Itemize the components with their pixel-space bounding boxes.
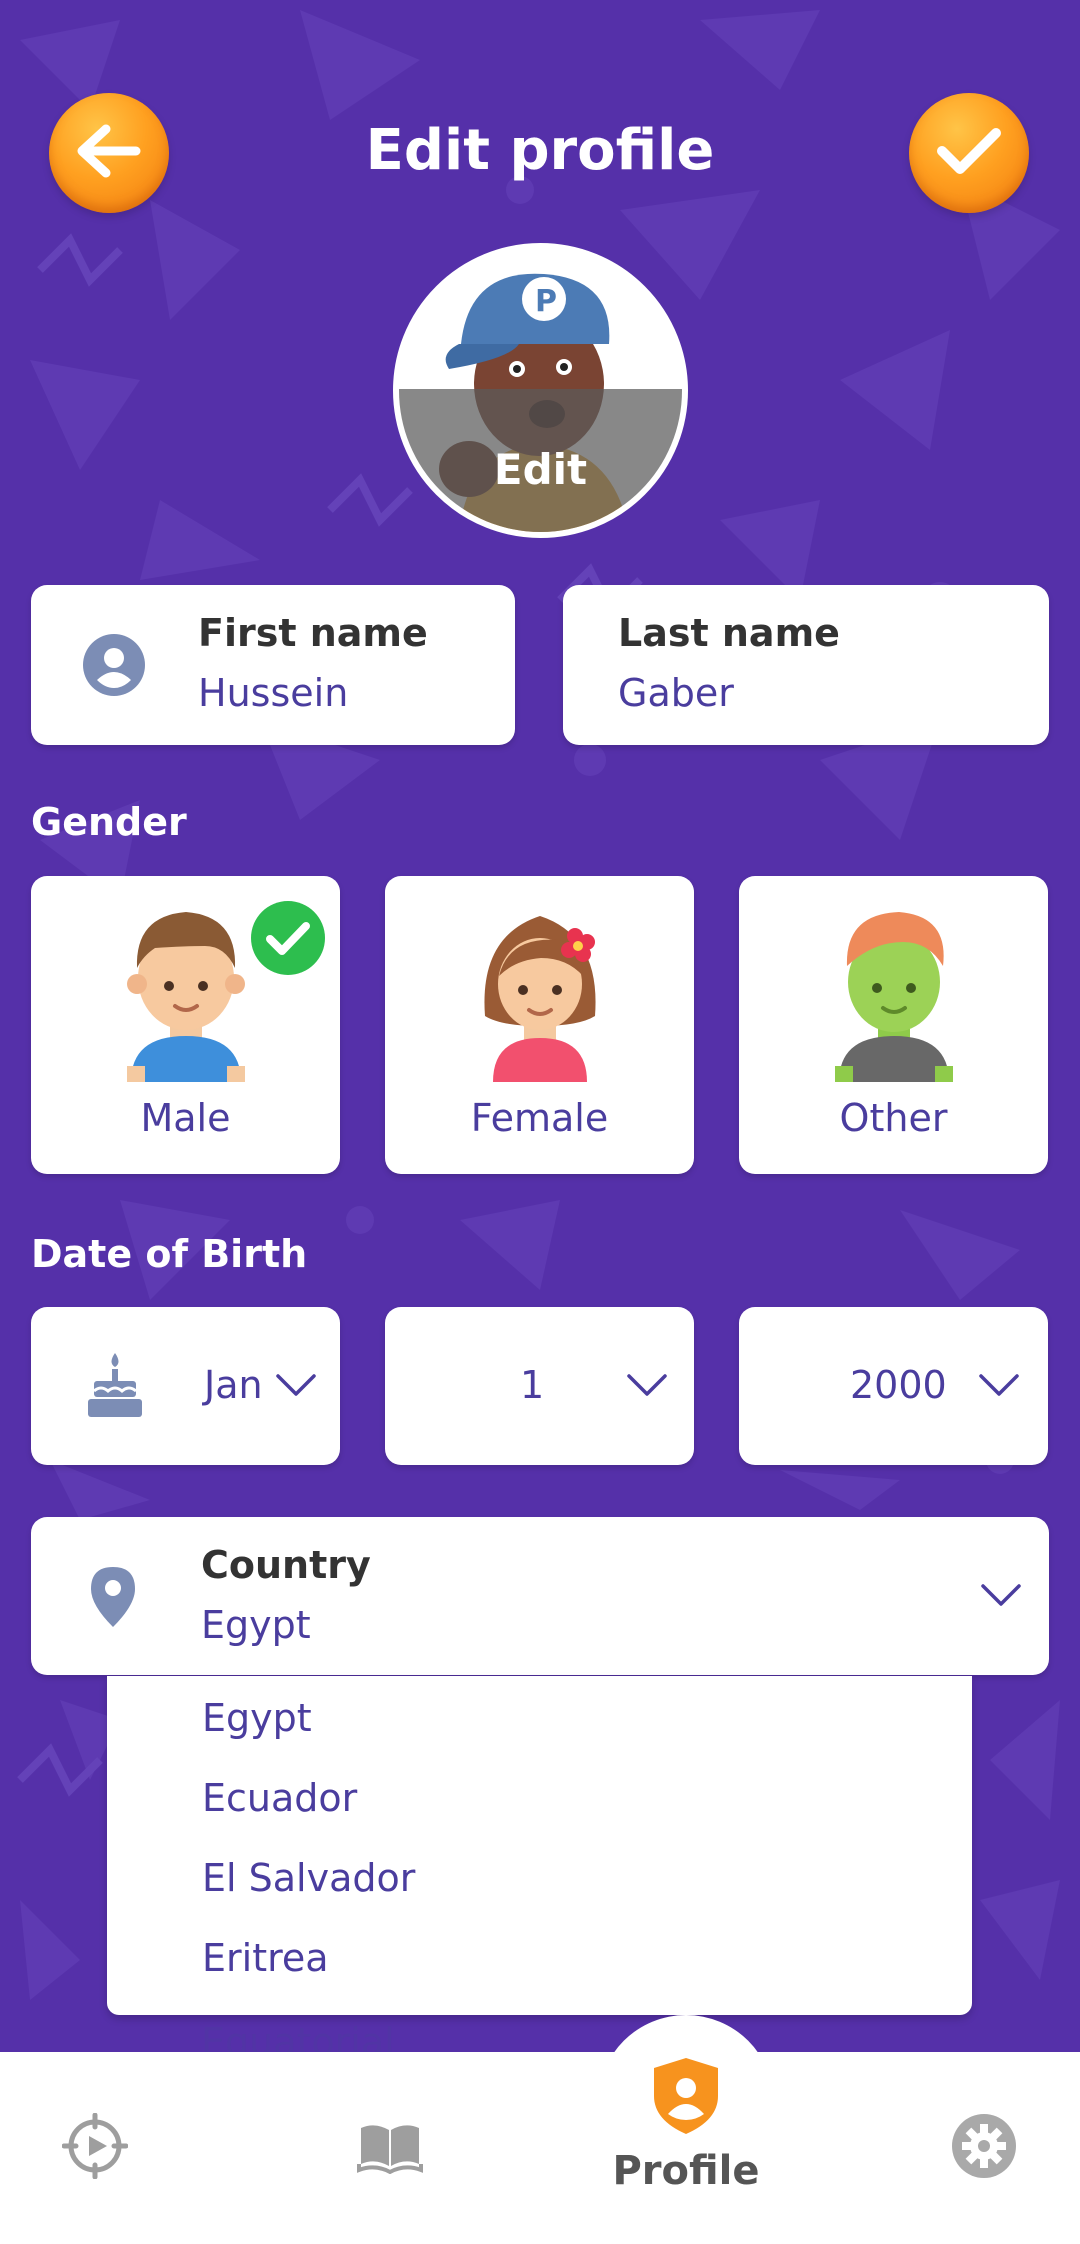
profile-avatar[interactable]: P Edit	[393, 243, 688, 538]
gender-section-label: Gender	[31, 800, 187, 844]
boy-avatar-icon	[127, 912, 245, 1082]
dob-month-select[interactable]: Jan	[31, 1307, 340, 1465]
avatar-edit-label[interactable]: Edit	[399, 445, 682, 494]
user-icon	[83, 634, 145, 700]
dob-year-value: 2000	[850, 1363, 947, 1407]
profile-shield-icon	[650, 2056, 722, 2140]
nav-explore[interactable]	[55, 2108, 135, 2188]
country-dropdown-list[interactable]: Egypt Ecuador El Salvador Eritrea	[107, 1676, 972, 2015]
dob-day-value: 1	[520, 1363, 545, 1407]
nav-library[interactable]	[350, 2108, 430, 2188]
gender-option-female[interactable]: Female	[385, 876, 694, 1174]
gender-label-female: Female	[470, 1096, 609, 1140]
country-option[interactable]: Egypt	[202, 1696, 312, 1740]
gender-option-other[interactable]: Other	[739, 876, 1048, 1174]
chevron-down-icon	[980, 1583, 1022, 1613]
dob-section-label: Date of Birth	[31, 1232, 308, 1276]
gender-option-male[interactable]: Male	[31, 876, 340, 1174]
dob-month-value: Jan	[204, 1363, 263, 1407]
green-kid-avatar-icon	[835, 912, 953, 1082]
country-option[interactable]: Eritrea	[202, 1936, 329, 1980]
gender-label-male: Male	[140, 1096, 231, 1140]
open-book-icon	[357, 2118, 423, 2178]
bottom-navigation	[0, 2052, 1080, 2244]
dob-year-select[interactable]: 2000	[739, 1307, 1048, 1465]
country-option[interactable]: Ecuador	[202, 1776, 357, 1820]
checkmark-icon	[934, 121, 1004, 185]
birthday-cake-icon	[86, 1351, 144, 1423]
last-name-value[interactable]: Gaber	[618, 671, 734, 715]
last-name-field[interactable]: Last name Gaber	[563, 585, 1049, 745]
country-label: Country	[201, 1543, 371, 1587]
country-option[interactable]: El Salvador	[202, 1856, 415, 1900]
dob-day-select[interactable]: 1	[385, 1307, 694, 1465]
save-button[interactable]	[909, 93, 1029, 213]
chevron-down-icon	[626, 1373, 668, 1403]
gender-label-other: Other	[839, 1096, 948, 1140]
svg-text:P: P	[535, 284, 557, 319]
first-name-label: First name	[198, 611, 428, 655]
country-value: Egypt	[201, 1603, 311, 1647]
compass-play-icon	[61, 2112, 129, 2183]
chevron-down-icon	[978, 1373, 1020, 1403]
chevron-down-icon	[275, 1373, 317, 1403]
location-pin-icon	[89, 1565, 137, 1633]
country-select[interactable]: Country Egypt	[31, 1517, 1049, 1675]
girl-avatar-icon	[484, 916, 596, 1082]
gear-icon	[950, 2112, 1018, 2184]
nav-profile-label[interactable]: Profile	[598, 2148, 774, 2194]
last-name-label: Last name	[618, 611, 840, 655]
nav-profile[interactable]	[643, 2058, 729, 2138]
nav-settings[interactable]	[944, 2108, 1024, 2188]
first-name-value[interactable]: Hussein	[198, 671, 348, 715]
first-name-field[interactable]: First name Hussein	[31, 585, 515, 745]
selected-check-icon	[250, 900, 326, 980]
